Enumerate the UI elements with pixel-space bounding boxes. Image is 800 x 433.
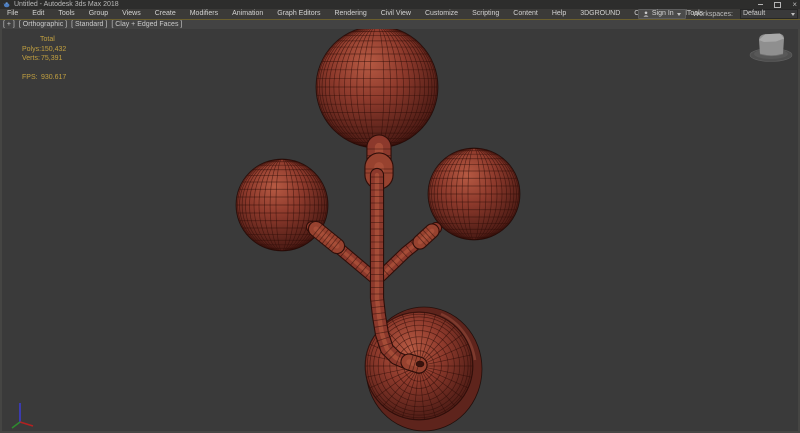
maximize-icon[interactable]	[774, 2, 781, 8]
menu-item-3dground[interactable]: 3DGROUND	[573, 9, 627, 19]
3d-model-clay-spheres[interactable]	[0, 20, 800, 433]
3dsmax-teapot-icon	[3, 1, 10, 8]
stats-row: Verts:75,391	[22, 54, 66, 64]
sign-in-label: Sign In	[652, 10, 674, 18]
viewport-menu-layout[interactable]: [ Standard ]	[71, 20, 107, 29]
menu-item-tools[interactable]: Tools	[51, 9, 81, 19]
stats-row: FPS:930.617	[22, 73, 66, 83]
workspace-dropdown[interactable]: Default	[740, 9, 798, 19]
stats-verts-value: 75,391	[41, 55, 62, 62]
viewport-menu-general[interactable]: [ + ]	[3, 20, 15, 29]
stats-polys-label: Polys:	[22, 45, 41, 55]
workspace-value: Default	[743, 10, 765, 18]
chevron-down-icon	[791, 13, 795, 16]
stats-fps-value: 930.617	[41, 74, 66, 81]
menu-item-customize[interactable]: Customize	[418, 9, 465, 19]
top-sphere	[316, 26, 438, 148]
menu-item-views[interactable]: Views	[115, 9, 148, 19]
viewport-menu-pov[interactable]: [ Orthographic ]	[19, 20, 67, 29]
menu-item-create[interactable]: Create	[148, 9, 183, 19]
stats-fps-label: FPS:	[22, 73, 41, 83]
menu-item-help[interactable]: Help	[545, 9, 573, 19]
menu-item-content[interactable]: Content	[506, 9, 545, 19]
stats-header: Total	[40, 35, 66, 45]
stats-verts-label: Verts:	[22, 54, 41, 64]
stats-row: Polys:150,432	[22, 45, 66, 55]
viewport-statistics: Total Polys:150,432 Verts:75,391 FPS:930…	[22, 35, 66, 82]
menu-item-group[interactable]: Group	[82, 9, 115, 19]
tube-end-cap	[416, 361, 424, 367]
chevron-down-icon	[677, 13, 681, 16]
world-axis-tripod-icon	[5, 396, 41, 430]
menu-item-graph-editors[interactable]: Graph Editors	[270, 9, 327, 19]
menu-item-file[interactable]: File	[0, 9, 25, 19]
menu-item-civil-view[interactable]: Civil View	[374, 9, 418, 19]
menu-item-animation[interactable]: Animation	[225, 9, 270, 19]
sign-in-button[interactable]: Sign In	[638, 9, 686, 19]
close-icon[interactable]: ×	[792, 1, 797, 9]
viewport-menu-shading[interactable]: [ Clay + Edged Faces ]	[111, 20, 182, 29]
minimize-icon[interactable]	[758, 4, 763, 5]
menu-item-edit[interactable]: Edit	[25, 9, 51, 19]
left-collar	[313, 225, 341, 252]
workspaces-label: Workspaces:	[693, 11, 733, 18]
menu-bar: FileEditToolsGroupViewsCreateModifiersAn…	[0, 9, 800, 20]
title-bar: Untitled - Autodesk 3ds Max 2018 ×	[0, 0, 800, 9]
menu-item-rendering[interactable]: Rendering	[327, 9, 373, 19]
stats-polys-value: 150,432	[41, 46, 66, 53]
viewport-label-bar: [ + ] [ Orthographic ] [ Standard ] [ Cl…	[0, 20, 800, 29]
person-icon	[643, 11, 649, 17]
right-collar	[417, 227, 435, 245]
menu-item-modifiers[interactable]: Modifiers	[183, 9, 225, 19]
menu-item-scripting[interactable]: Scripting	[465, 9, 506, 19]
viewcube-icon[interactable]	[746, 28, 796, 66]
window-title: Untitled - Autodesk 3ds Max 2018	[14, 0, 119, 9]
